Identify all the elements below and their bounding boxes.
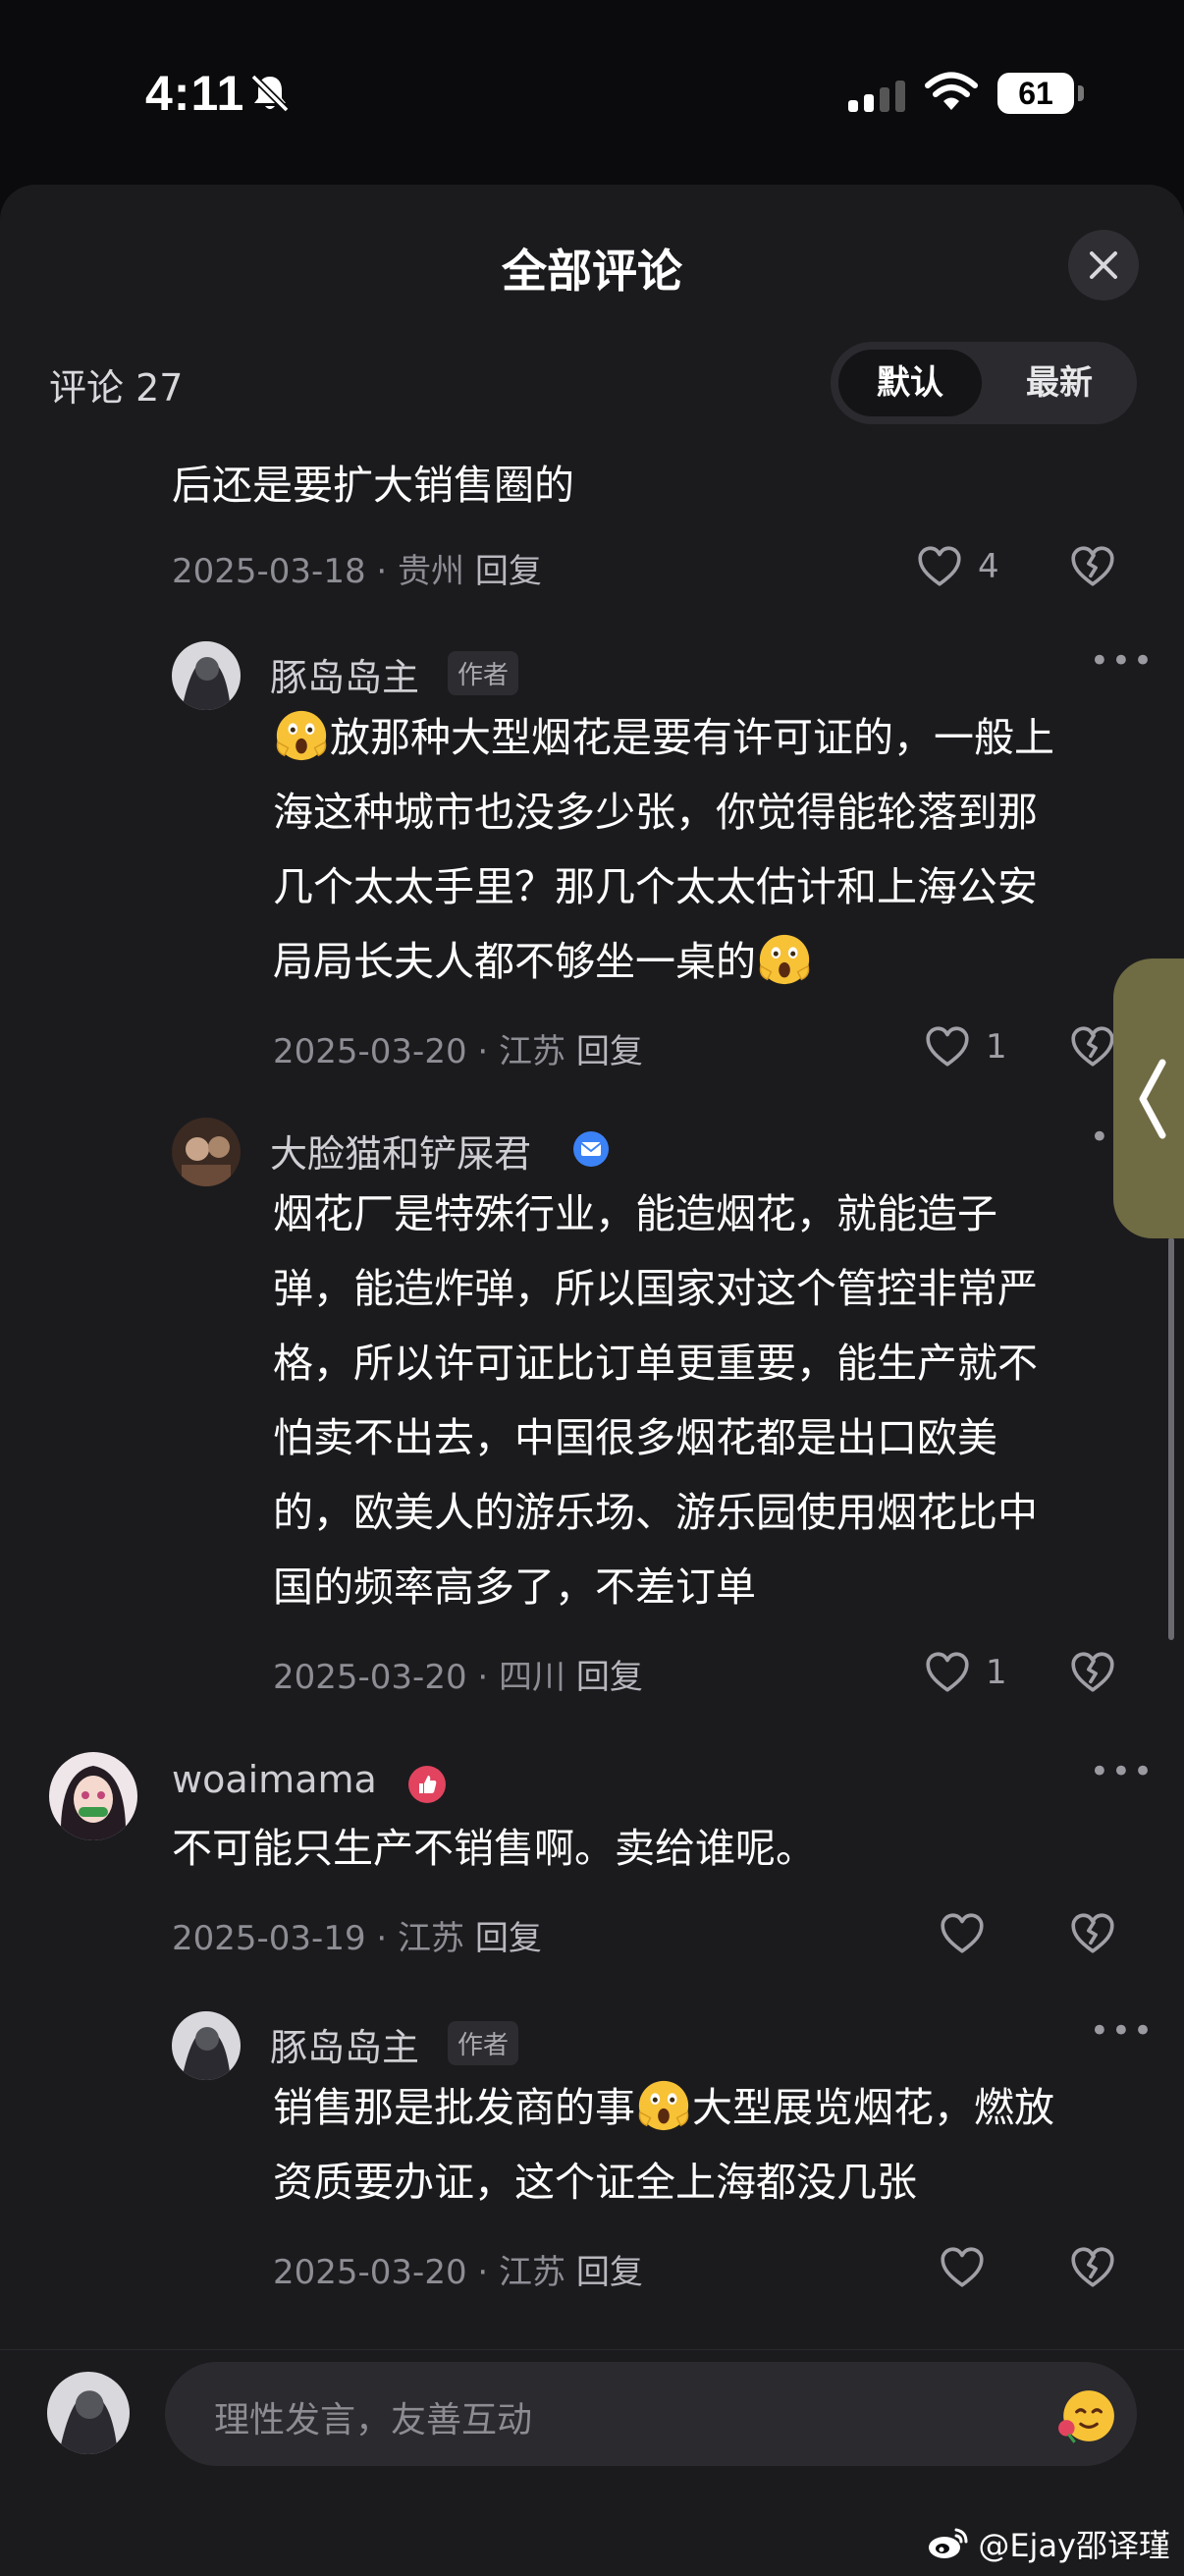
dislike-button[interactable]	[1068, 542, 1117, 595]
comment-location: 江苏	[398, 1919, 465, 1958]
more-options-button[interactable]: •••	[1090, 2011, 1155, 2051]
dislike-button[interactable]	[1068, 1909, 1117, 1962]
status-time: 4:11	[145, 66, 245, 121]
sort-default-button[interactable]: 默认	[838, 350, 982, 416]
more-options-button[interactable]: •••	[1090, 1752, 1155, 1791]
like-button[interactable]: 1	[923, 1022, 1007, 1071]
battery-nub	[1078, 85, 1084, 101]
my-avatar[interactable]	[47, 2372, 130, 2454]
like-count: 1	[986, 1653, 1007, 1692]
comment-input[interactable]: 理性发言，友善互动	[165, 2362, 1137, 2466]
comment-author[interactable]: woaimama	[172, 1758, 377, 1801]
muted-bell-icon	[247, 71, 293, 120]
more-options-button[interactable]: •••	[1090, 641, 1155, 681]
reply-button[interactable]: 回复	[475, 552, 542, 591]
shocked-face-emoji	[635, 2076, 692, 2133]
comment-count: 评论 27	[49, 366, 184, 410]
wifi-icon	[925, 71, 978, 118]
comment-meta: 2025-03-20 · 江苏 回复	[273, 2253, 643, 2292]
battery-indicator: 61	[997, 73, 1074, 114]
reply-button[interactable]: 回复	[576, 1658, 643, 1697]
heart-icon	[923, 1022, 972, 1071]
comment-date: 2025-03-19	[172, 1919, 366, 1958]
heart-icon	[938, 2243, 987, 2292]
close-icon	[1090, 251, 1117, 279]
weibo-logo-icon	[929, 2528, 968, 2558]
side-panel-tab[interactable]	[1113, 959, 1184, 1238]
status-bar: 4:11 61	[0, 0, 1184, 187]
avatar[interactable]	[172, 641, 241, 710]
reply-button[interactable]: 回复	[576, 2253, 643, 2292]
comment-text: 销售那是批发商的事 大型展览烟花，燃放 资质要办证，这个证全上海都没几张	[273, 2070, 1137, 2220]
like-button[interactable]: 1	[923, 1648, 1007, 1697]
like-button[interactable]: 4	[915, 542, 999, 591]
like-count: 1	[986, 1027, 1007, 1067]
broken-heart-icon	[1068, 1022, 1117, 1071]
avatar[interactable]	[172, 1118, 241, 1186]
reply-button[interactable]: 回复	[576, 1032, 643, 1071]
dislike-button[interactable]	[1068, 1022, 1117, 1075]
sheet-title: 全部评论	[502, 245, 682, 298]
shocked-face-emoji	[756, 930, 813, 987]
scrollbar[interactable]	[1168, 1237, 1174, 1640]
broken-heart-icon	[1068, 2243, 1117, 2292]
close-button[interactable]	[1068, 230, 1139, 301]
heart-icon	[915, 542, 964, 591]
comment-author[interactable]: 豚岛岛主	[270, 2017, 419, 2071]
comment-text: 放那种大型烟花是要有许可证的，一般上 海这种城市也没多少张，你觉得能轮落到那 几…	[273, 700, 1137, 999]
like-button[interactable]	[938, 1909, 987, 1958]
watermark: @Ejay邵译瑾	[927, 2521, 1170, 2566]
verified-badge-icon	[571, 1129, 611, 1173]
broken-heart-icon	[1068, 542, 1117, 591]
dislike-button[interactable]	[1068, 1648, 1117, 1701]
comment-date: 2025-03-18	[172, 552, 366, 591]
comment-date: 2025-03-20	[273, 1032, 467, 1071]
dislike-button[interactable]	[1068, 2243, 1117, 2296]
comment-input-bar: 理性发言，友善互动 @Ejay邵译瑾	[0, 2349, 1184, 2576]
cellular-signal-icon	[848, 79, 907, 118]
comment-author[interactable]: 豚岛岛主	[270, 647, 419, 701]
comment-meta: 2025-03-18 · 贵州 回复	[172, 552, 542, 591]
broken-heart-icon	[1068, 1648, 1117, 1697]
watermark-text: @Ejay邵译瑾	[978, 2527, 1170, 2564]
comment-text: 不可能只生产不销售啊。卖给谁呢。	[172, 1825, 816, 1872]
comment-location: 贵州	[398, 552, 465, 591]
like-count: 4	[978, 547, 999, 586]
comment-meta: 2025-03-19 · 江苏 回复	[172, 1919, 542, 1958]
chevron-left-icon	[1139, 1059, 1166, 1138]
like-button[interactable]	[938, 2243, 987, 2292]
comment-author[interactable]: 大脸猫和铲屎君	[270, 1124, 531, 1178]
heart-icon	[938, 1909, 987, 1958]
avatar[interactable]	[172, 2011, 241, 2080]
comment-date: 2025-03-20	[273, 1658, 467, 1697]
thumb-badge-icon	[406, 1764, 448, 1809]
shocked-face-emoji	[273, 706, 330, 763]
emoji-button[interactable]	[1056, 2385, 1117, 2450]
comment-text: 后还是要扩大销售圈的	[172, 462, 574, 509]
reply-button[interactable]: 回复	[475, 1919, 542, 1958]
comment-text: 烟花厂是特殊行业，能造烟花，就能造子 弹，能造炸弹，所以国家对这个管控非常严 格…	[273, 1190, 1038, 1611]
comment-list: 后还是要扩大销售圈的 2025-03-18 · 贵州 回复 4 豚岛岛主 作者 …	[0, 450, 1184, 2330]
avatar[interactable]	[49, 1752, 137, 1840]
heart-icon	[923, 1648, 972, 1697]
comment-date: 2025-03-20	[273, 2253, 467, 2292]
author-tag: 作者	[448, 2021, 519, 2065]
comment-meta: 2025-03-20 · 江苏 回复	[273, 1032, 643, 1071]
comment-meta: 2025-03-20 · 四川 回复	[273, 1658, 643, 1697]
smiling-face-emoji-icon	[1058, 2390, 1114, 2443]
sort-toggle: 默认 最新	[831, 342, 1137, 424]
comments-sheet: 全部评论 评论 27 默认 最新 后还是要扩大销售圈的 2025-03-18 ·…	[0, 185, 1184, 2575]
broken-heart-icon	[1068, 1909, 1117, 1958]
comment-location: 四川	[499, 1658, 566, 1697]
comment-location: 江苏	[499, 2253, 566, 2292]
comment-location: 江苏	[499, 1032, 566, 1071]
author-tag: 作者	[448, 651, 519, 695]
sort-newest-button[interactable]: 最新	[988, 350, 1131, 416]
comment-input-placeholder: 理性发言，友善互动	[214, 2400, 533, 2440]
